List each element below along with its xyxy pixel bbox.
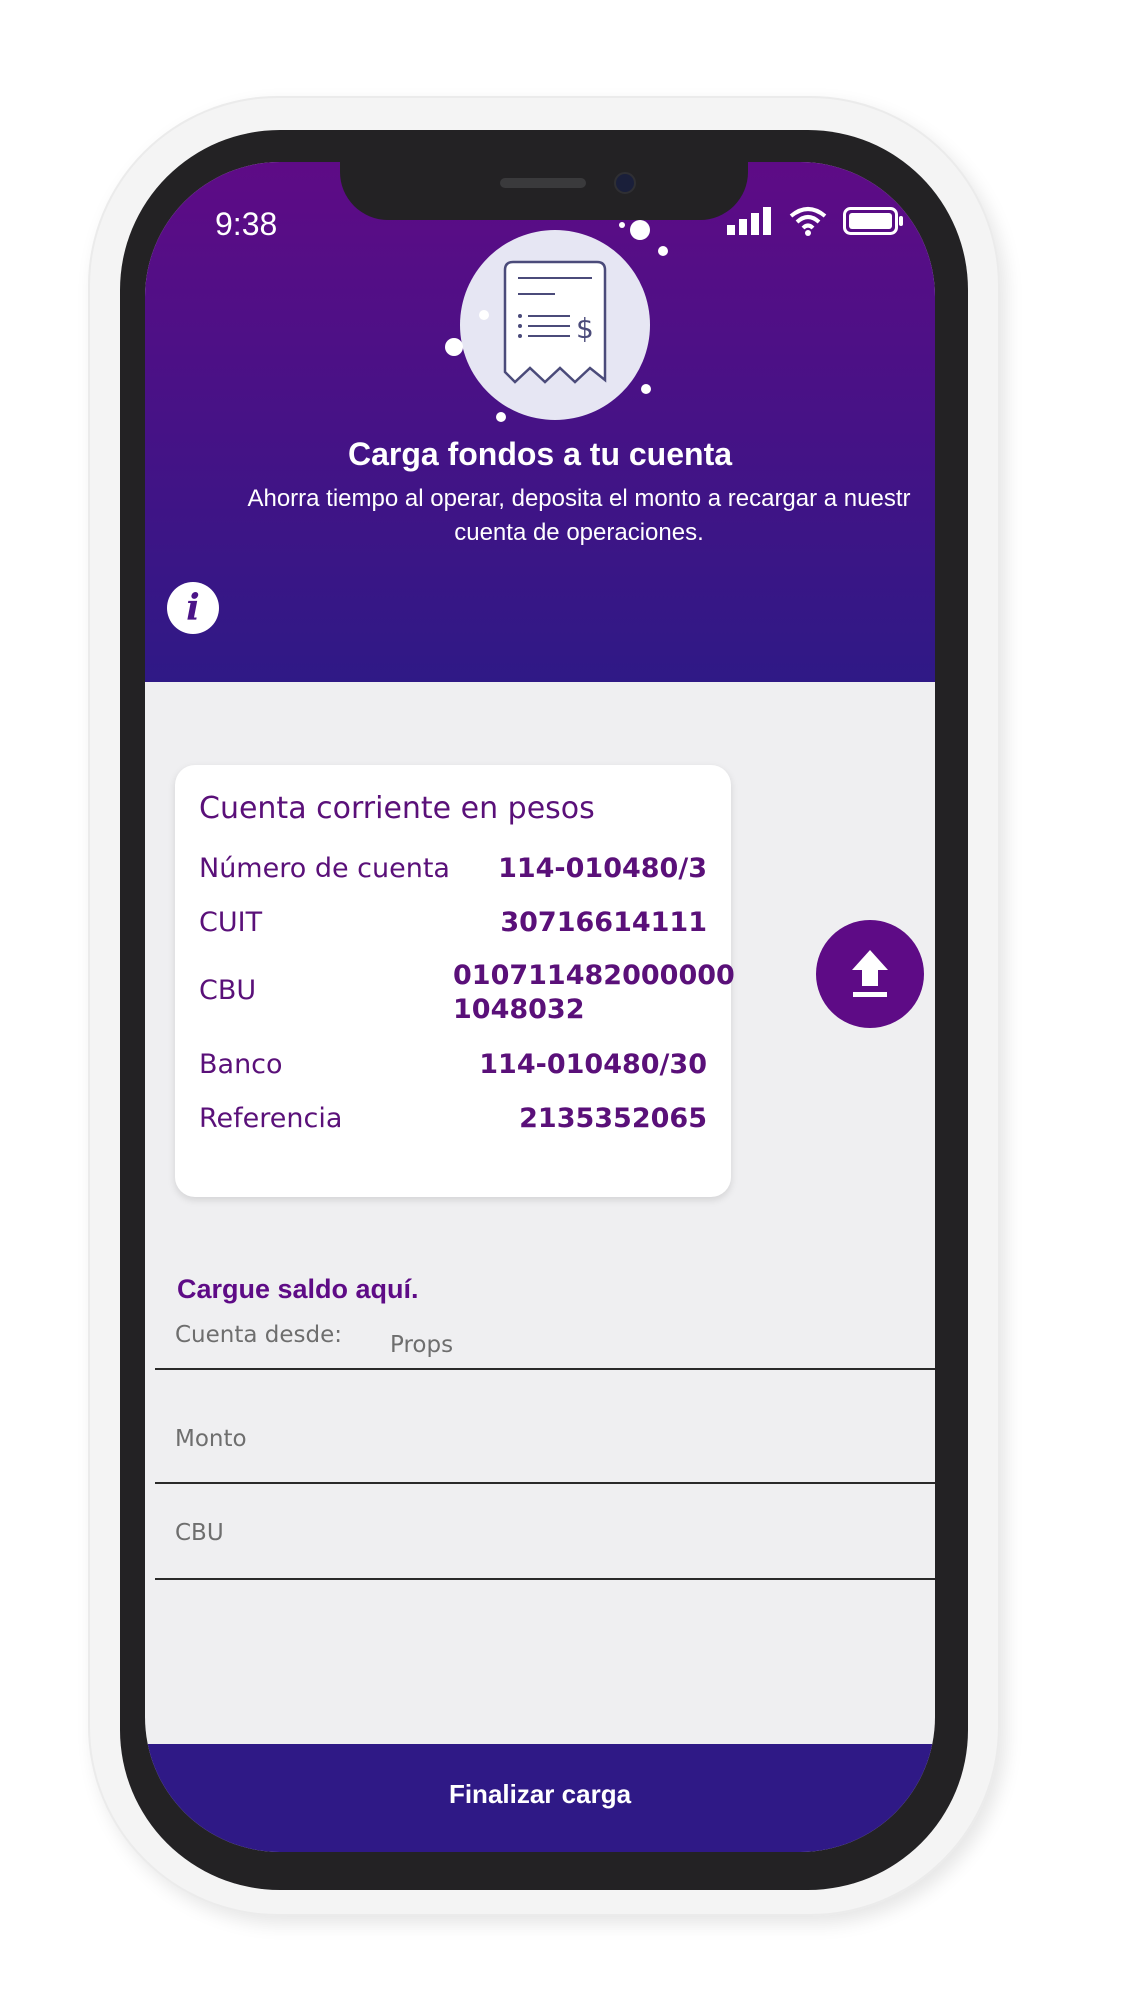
decor-dot	[630, 220, 650, 240]
bank-label: Banco	[199, 1049, 283, 1080]
receipt-illustration: $	[460, 230, 650, 420]
form-title: Cargue saldo aquí.	[177, 1274, 419, 1304]
from-account-underline	[155, 1368, 935, 1370]
cbu-value-line1: 010711482000000	[453, 960, 735, 991]
front-camera	[614, 172, 636, 194]
wifi-icon	[789, 207, 827, 236]
reference-value: 2135352065	[519, 1103, 707, 1134]
speaker-grille	[500, 178, 586, 188]
decor-dot	[479, 310, 489, 320]
signal-icon	[727, 207, 771, 235]
info-icon[interactable]: i	[167, 582, 219, 634]
status-icons	[727, 206, 905, 236]
battery-icon	[843, 207, 903, 235]
receipt-icon: $	[503, 260, 607, 384]
decor-dot	[619, 222, 625, 228]
decor-dot	[641, 384, 651, 394]
hero-header: 9:38 $ Carga fondos a tu cuenta Ahorra t…	[145, 162, 935, 682]
decor-dot	[496, 412, 506, 422]
bank-value: 114-010480/30	[479, 1049, 707, 1080]
cbu-value-line2: 1048032	[453, 994, 585, 1025]
page-title: Carga fondos a tu cuenta	[347, 436, 733, 472]
finish-button[interactable]: Finalizar carga	[145, 1744, 935, 1852]
upload-button[interactable]	[816, 920, 924, 1028]
cuit-value: 30716614111	[500, 907, 707, 938]
phone-notch	[340, 162, 748, 220]
cbu-input[interactable]	[155, 1508, 935, 1558]
status-time: 9:38	[215, 206, 278, 242]
account-number-label: Número de cuenta	[199, 853, 450, 884]
decor-dot	[445, 338, 463, 356]
svg-text:$: $	[576, 312, 594, 345]
cbu-underline	[155, 1578, 935, 1580]
reference-label: Referencia	[199, 1103, 343, 1134]
from-account-select[interactable]: Props	[390, 1332, 453, 1358]
account-card-title: Cuenta corriente en pesos	[199, 791, 595, 826]
from-account-label: Cuenta desde:	[175, 1322, 343, 1348]
upload-icon	[852, 950, 888, 997]
amount-underline	[155, 1482, 935, 1484]
account-number-value: 114-010480/3	[498, 853, 707, 884]
amount-input[interactable]	[155, 1412, 935, 1462]
decor-dot	[658, 246, 668, 256]
app-screen: 9:38 $ Carga fondos a tu cuenta Ahorra t…	[145, 162, 935, 1852]
cbu-label: CBU	[199, 975, 257, 1006]
cuit-label: CUIT	[199, 907, 263, 938]
account-card: Cuenta corriente en pesos Número de cuen…	[175, 765, 735, 1197]
cbu-value: 010711482000000 1048032	[453, 959, 735, 1027]
page-subtitle: Ahorra tiempo al operar, deposita el mon…	[247, 485, 911, 546]
